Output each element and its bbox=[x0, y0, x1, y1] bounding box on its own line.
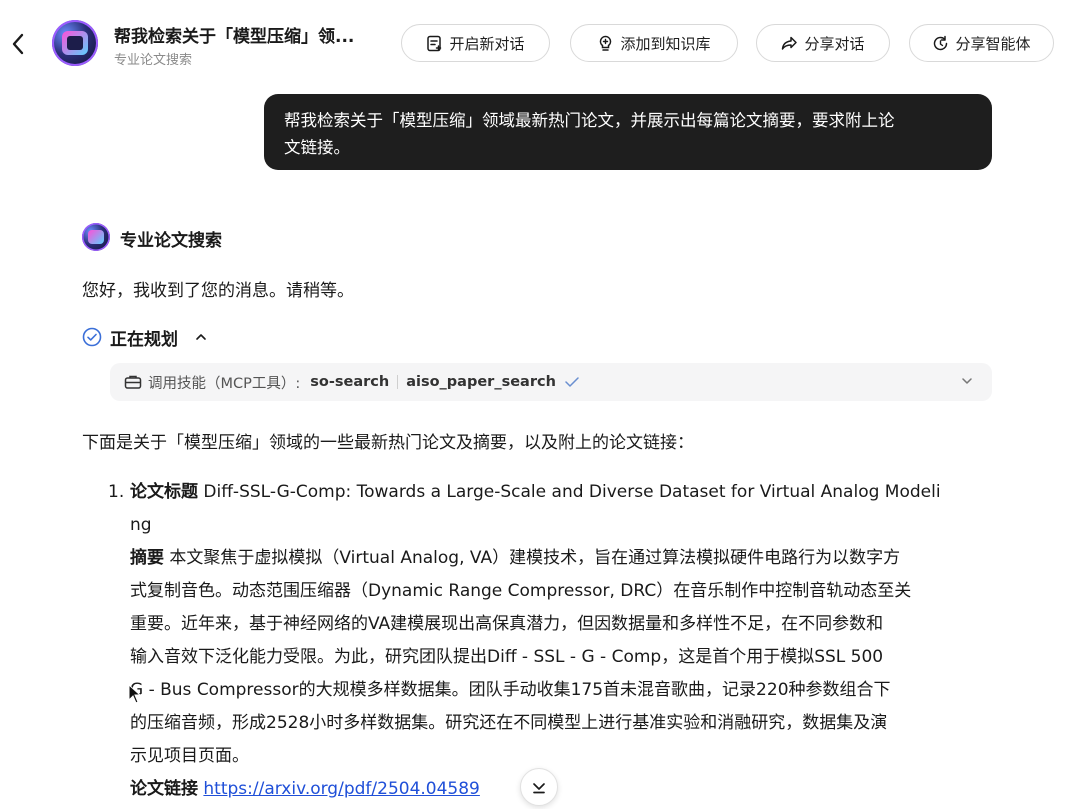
share-agent-button[interactable]: 分享智能体 bbox=[909, 24, 1054, 62]
abstract-line: 输入音效下泛化能力受限。为此，研究团队提出Diff - SSL - G - Co… bbox=[130, 647, 884, 667]
chat-title: 帮我检索关于「模型压缩」领... bbox=[114, 27, 355, 47]
paper-link-label: 论文链接 bbox=[130, 779, 198, 799]
user-message-line: 文链接。 bbox=[284, 138, 350, 157]
back-arrow-icon[interactable] bbox=[6, 28, 30, 60]
user-message-bubble: 帮我检索关于「模型压缩」领域最新热门论文，并展示出每篇论文摘要，要求附上论 文链… bbox=[264, 94, 992, 170]
share-chat-label: 分享对话 bbox=[804, 34, 865, 53]
add-kb-label: 添加到知识库 bbox=[620, 34, 711, 53]
user-message-line: 帮我检索关于「模型压缩」领域最新热门论文，并展示出每篇论文摘要，要求附上论 bbox=[284, 111, 895, 130]
lightbulb-plus-icon bbox=[600, 35, 612, 51]
abstract-label: 摘要 bbox=[130, 548, 164, 568]
arrow-down-icon bbox=[533, 783, 545, 794]
share-chat-button[interactable]: 分享对话 bbox=[756, 24, 890, 62]
new-chat-label: 开启新对话 bbox=[449, 34, 525, 53]
abstract-line: 示见项目页面。 bbox=[130, 746, 249, 766]
tool-call-row[interactable]: 调用技能（MCP工具）: so-search aiso_paper_search bbox=[110, 363, 992, 401]
top-bar: 帮我检索关于「模型压缩」领... 专业论文搜索 开启新对话 添加到知识库 分享对… bbox=[0, 0, 1080, 86]
paper-title-line: 论文标题 Diff-SSL-G-Comp: Towards a Large-Sc… bbox=[130, 476, 990, 509]
agent-subtitle: 专业论文搜索 bbox=[114, 53, 193, 68]
check-icon bbox=[565, 377, 579, 387]
bot-name: 专业论文搜索 bbox=[120, 231, 222, 251]
abstract-line: 摘要 本文聚焦于虚拟模拟（Virtual Analog, VA）建模技术，旨在通… bbox=[130, 542, 990, 575]
new-chat-icon bbox=[427, 35, 442, 51]
paper-title-line: ng bbox=[130, 515, 152, 535]
agent-avatar bbox=[52, 20, 98, 66]
bot-greeting: 您好，我收到了您的消息。请稍等。 bbox=[82, 281, 354, 301]
chevron-up-icon bbox=[196, 334, 206, 340]
paper-title-label: 论文标题 bbox=[130, 482, 198, 502]
mouse-cursor-icon bbox=[128, 684, 142, 704]
abstract-text: 本文聚焦于虚拟模拟（Virtual Analog, VA）建模技术，旨在通过算法… bbox=[164, 548, 901, 568]
share-agent-label: 分享智能体 bbox=[955, 34, 1031, 53]
check-circle-icon bbox=[82, 327, 102, 347]
abstract-line: 重要。近年来，基于神经网络的VA建模展现出高保真潜力，但因数据量和多样性不足，在… bbox=[130, 614, 884, 634]
new-chat-button[interactable]: 开启新对话 bbox=[401, 24, 550, 62]
chevron-down-icon bbox=[962, 378, 972, 384]
abstract-line: G - Bus Compressor的大规模多样数据集。团队手动收集175首未混… bbox=[130, 680, 891, 700]
toolbox-icon bbox=[124, 375, 142, 389]
tool-name: aiso_paper_search bbox=[406, 374, 556, 390]
bot-avatar bbox=[82, 223, 110, 251]
answer-intro: 下面是关于「模型压缩」领域的一些最新热门论文及摘要，以及附上的论文链接： bbox=[82, 433, 694, 453]
share-arrow-icon bbox=[782, 36, 798, 50]
tool-server-name: so-search bbox=[310, 374, 390, 390]
paper-index: 1. bbox=[108, 482, 125, 502]
planning-label: 正在规划 bbox=[110, 329, 178, 350]
paper-link[interactable]: https://arxiv.org/pdf/2504.04589 bbox=[203, 779, 479, 799]
scroll-to-bottom-button[interactable] bbox=[520, 768, 558, 806]
paper-title: Diff-SSL-G-Comp: Towards a Large-Scale a… bbox=[198, 482, 941, 502]
tool-separator bbox=[397, 375, 399, 389]
abstract-line: 式复制音色。动态范围压缩器（Dynamic Range Compressor, … bbox=[130, 581, 912, 601]
abstract-line: 的压缩音频，形成2528小时多样数据集。研究还在不同模型上进行基准实验和消融研究… bbox=[130, 713, 888, 733]
planning-toggle[interactable]: 正在规划 bbox=[82, 325, 212, 350]
add-to-knowledge-base-button[interactable]: 添加到知识库 bbox=[570, 24, 738, 62]
refresh-share-icon bbox=[934, 35, 948, 50]
tool-call-prefix: 调用技能（MCP工具）: bbox=[148, 375, 301, 392]
paper-link-line: 论文链接 https://arxiv.org/pdf/2504.04589 bbox=[130, 773, 990, 806]
